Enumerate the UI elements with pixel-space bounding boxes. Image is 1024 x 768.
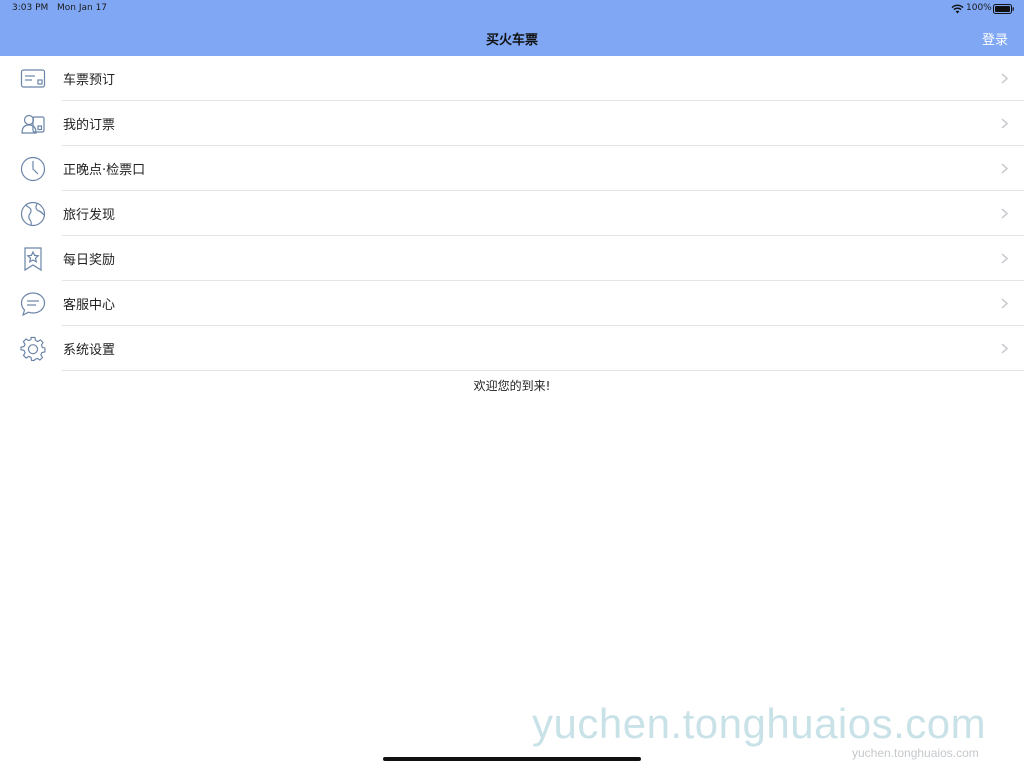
chevron-right-icon [1001, 343, 1008, 354]
menu-item-label: 正晚点·检票口 [63, 163, 146, 178]
chevron-right-icon [1001, 118, 1008, 129]
chat-bubble-icon [20, 292, 46, 317]
chevron-right-icon [1001, 298, 1008, 309]
battery-icon [993, 4, 1014, 14]
menu-item-my-orders[interactable]: 我的订票 [0, 101, 1024, 146]
menu-list: 车票预订 我的订票 正晚点·检票口 旅行发现 每日奖励 客服中心 系统设置 [0, 56, 1024, 371]
wifi-icon [951, 4, 964, 14]
watermark-small: yuchen.tonghuaios.com [852, 746, 979, 760]
login-button[interactable]: 登录 [982, 29, 1008, 48]
chevron-right-icon [1001, 253, 1008, 264]
chevron-right-icon [1001, 208, 1008, 219]
welcome-message: 欢迎您的到来! [473, 379, 551, 393]
menu-item-label: 旅行发现 [63, 208, 116, 223]
menu-item-label: 每日奖励 [63, 253, 116, 268]
gear-icon [20, 336, 46, 362]
menu-item-travel-discovery[interactable]: 旅行发现 [0, 191, 1024, 236]
row-separator [62, 370, 1024, 371]
menu-item-daily-reward[interactable]: 每日奖励 [0, 236, 1024, 281]
clock-icon [20, 156, 46, 182]
menu-item-label: 客服中心 [63, 298, 116, 313]
ticket-icon [20, 69, 46, 88]
chevron-right-icon [1001, 163, 1008, 174]
chevron-right-icon [1001, 73, 1008, 84]
menu-item-label: 我的订票 [63, 118, 116, 133]
star-bookmark-icon [24, 247, 42, 272]
user-card-icon [21, 114, 45, 134]
battery-percent: 100% [966, 3, 992, 13]
menu-item-label: 系统设置 [63, 343, 116, 358]
watermark-large: yuchen.tonghuaios.com [532, 700, 987, 747]
page-title: 买火车票 [485, 33, 538, 48]
home-indicator[interactable] [383, 757, 641, 761]
menu-item-customer-service[interactable]: 客服中心 [0, 281, 1024, 326]
navigation-bar: 3:03 PM Mon Jan 17 100% 买火车票 登录 [0, 0, 1024, 56]
menu-item-settings[interactable]: 系统设置 [0, 326, 1024, 371]
status-time: 3:03 PM [12, 3, 49, 13]
menu-item-label: 车票预订 [63, 73, 116, 88]
menu-item-ticket-booking[interactable]: 车票预订 [0, 56, 1024, 101]
globe-icon [20, 201, 46, 227]
menu-item-delay-gate[interactable]: 正晚点·检票口 [0, 146, 1024, 191]
status-date: Mon Jan 17 [57, 3, 108, 13]
